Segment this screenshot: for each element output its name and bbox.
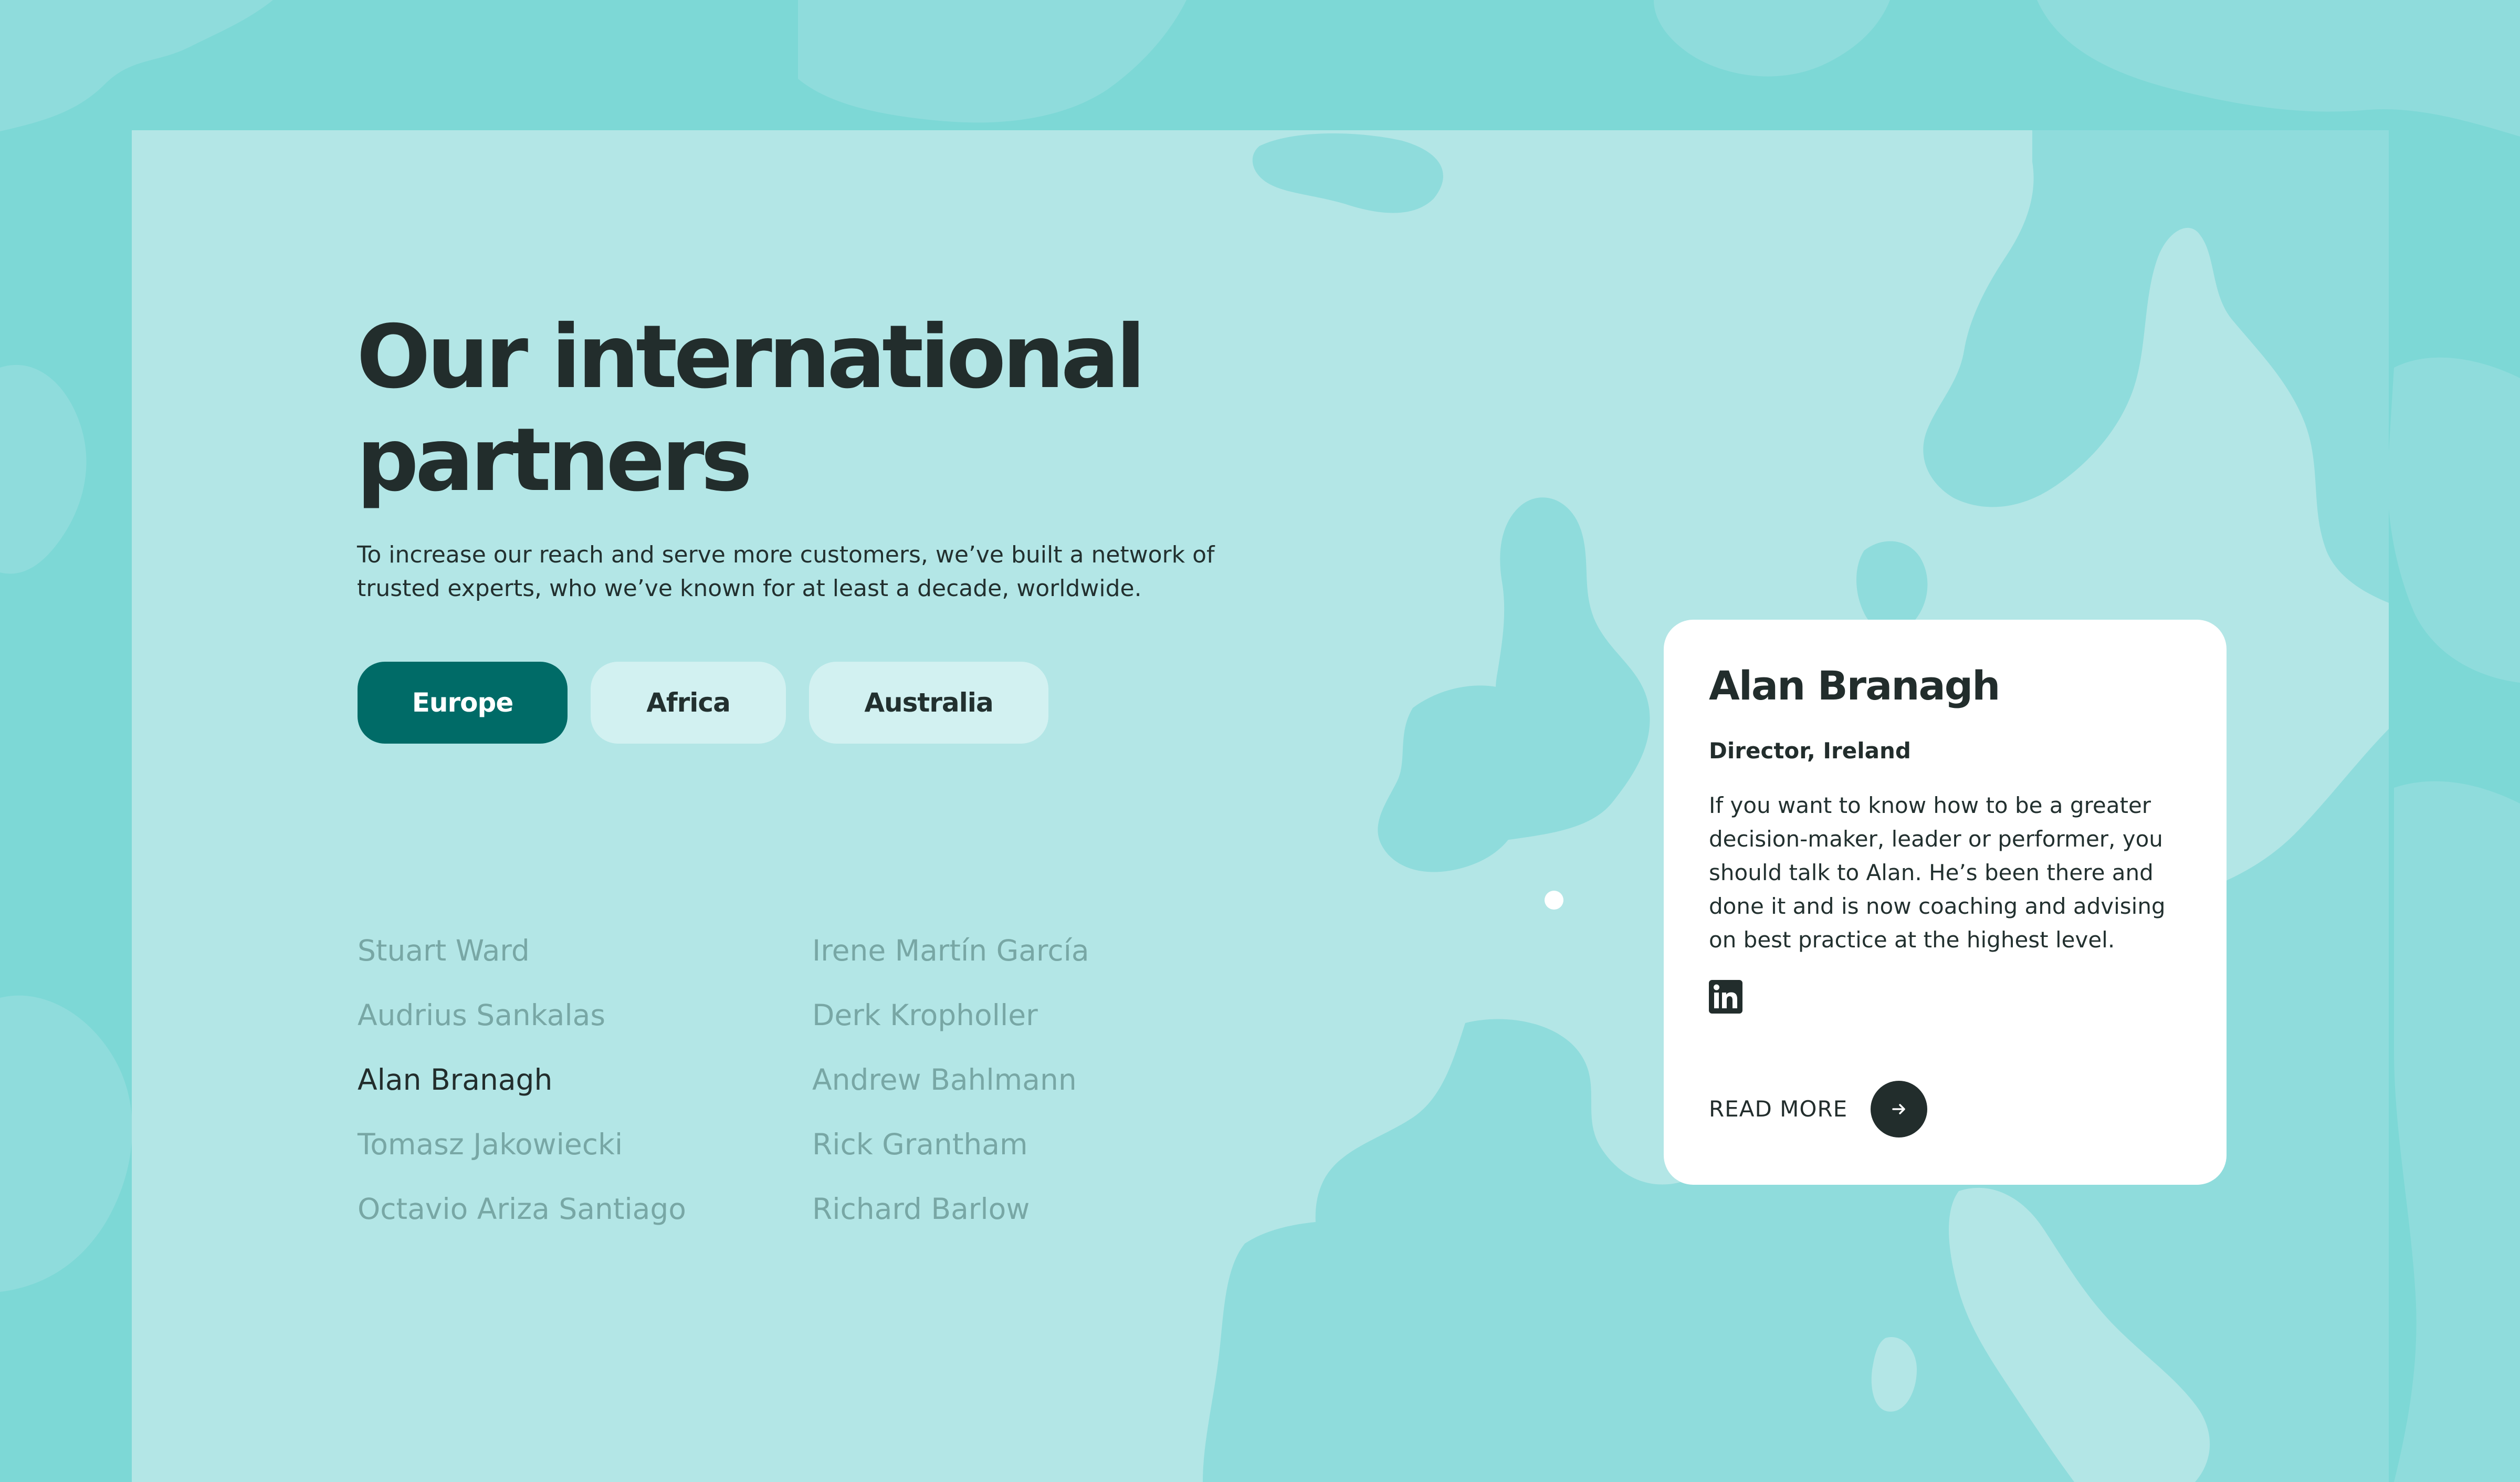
partner-bio: If you want to know how to be a greater … xyxy=(1709,792,2166,953)
location-pin[interactable] xyxy=(1545,891,1563,910)
partner-link[interactable]: Stuart Ward xyxy=(358,928,686,993)
read-more-label: READ MORE xyxy=(1709,1096,1848,1122)
partner-name: Alan Branagh xyxy=(1709,662,2000,709)
partner-link[interactable]: Andrew Bahlmann xyxy=(812,1058,1089,1122)
page-title: Our international partners xyxy=(356,307,1146,511)
partner-link[interactable]: Richard Barlow xyxy=(812,1187,1089,1251)
read-more-link[interactable]: READ MORE xyxy=(1709,1081,1928,1137)
region-tabs: Europe Africa Australia xyxy=(358,662,1048,744)
partner-card: Alan Branagh Director, Ireland If you wa… xyxy=(1664,620,2227,1185)
linkedin-icon[interactable] xyxy=(1709,980,1742,1014)
partner-link[interactable]: Irene Martín García xyxy=(812,928,1089,993)
partner-role: Director, Ireland xyxy=(1709,738,1911,764)
partner-list-column-1: Stuart Ward Audrius Sankalas Alan Branag… xyxy=(358,928,686,1251)
tab-africa[interactable]: Africa xyxy=(591,662,786,744)
partners-panel: Our international partners To increase o… xyxy=(132,130,2389,1482)
tab-europe[interactable]: Europe xyxy=(358,662,568,744)
partner-link[interactable]: Audrius Sankalas xyxy=(358,993,686,1058)
partner-link[interactable]: Octavio Ariza Santiago xyxy=(358,1187,686,1251)
intro-text: To increase our reach and serve more cus… xyxy=(357,541,1215,602)
partner-link[interactable]: Tomasz Jakowiecki xyxy=(358,1122,686,1187)
partner-link-selected[interactable]: Alan Branagh xyxy=(358,1058,686,1122)
tab-australia[interactable]: Australia xyxy=(809,662,1048,744)
partner-list-column-2: Irene Martín García Derk Kropholler Andr… xyxy=(812,928,1089,1251)
partner-link[interactable]: Rick Grantham xyxy=(812,1122,1089,1187)
partner-link[interactable]: Derk Kropholler xyxy=(812,993,1089,1058)
arrow-right-icon[interactable] xyxy=(1871,1081,1928,1137)
